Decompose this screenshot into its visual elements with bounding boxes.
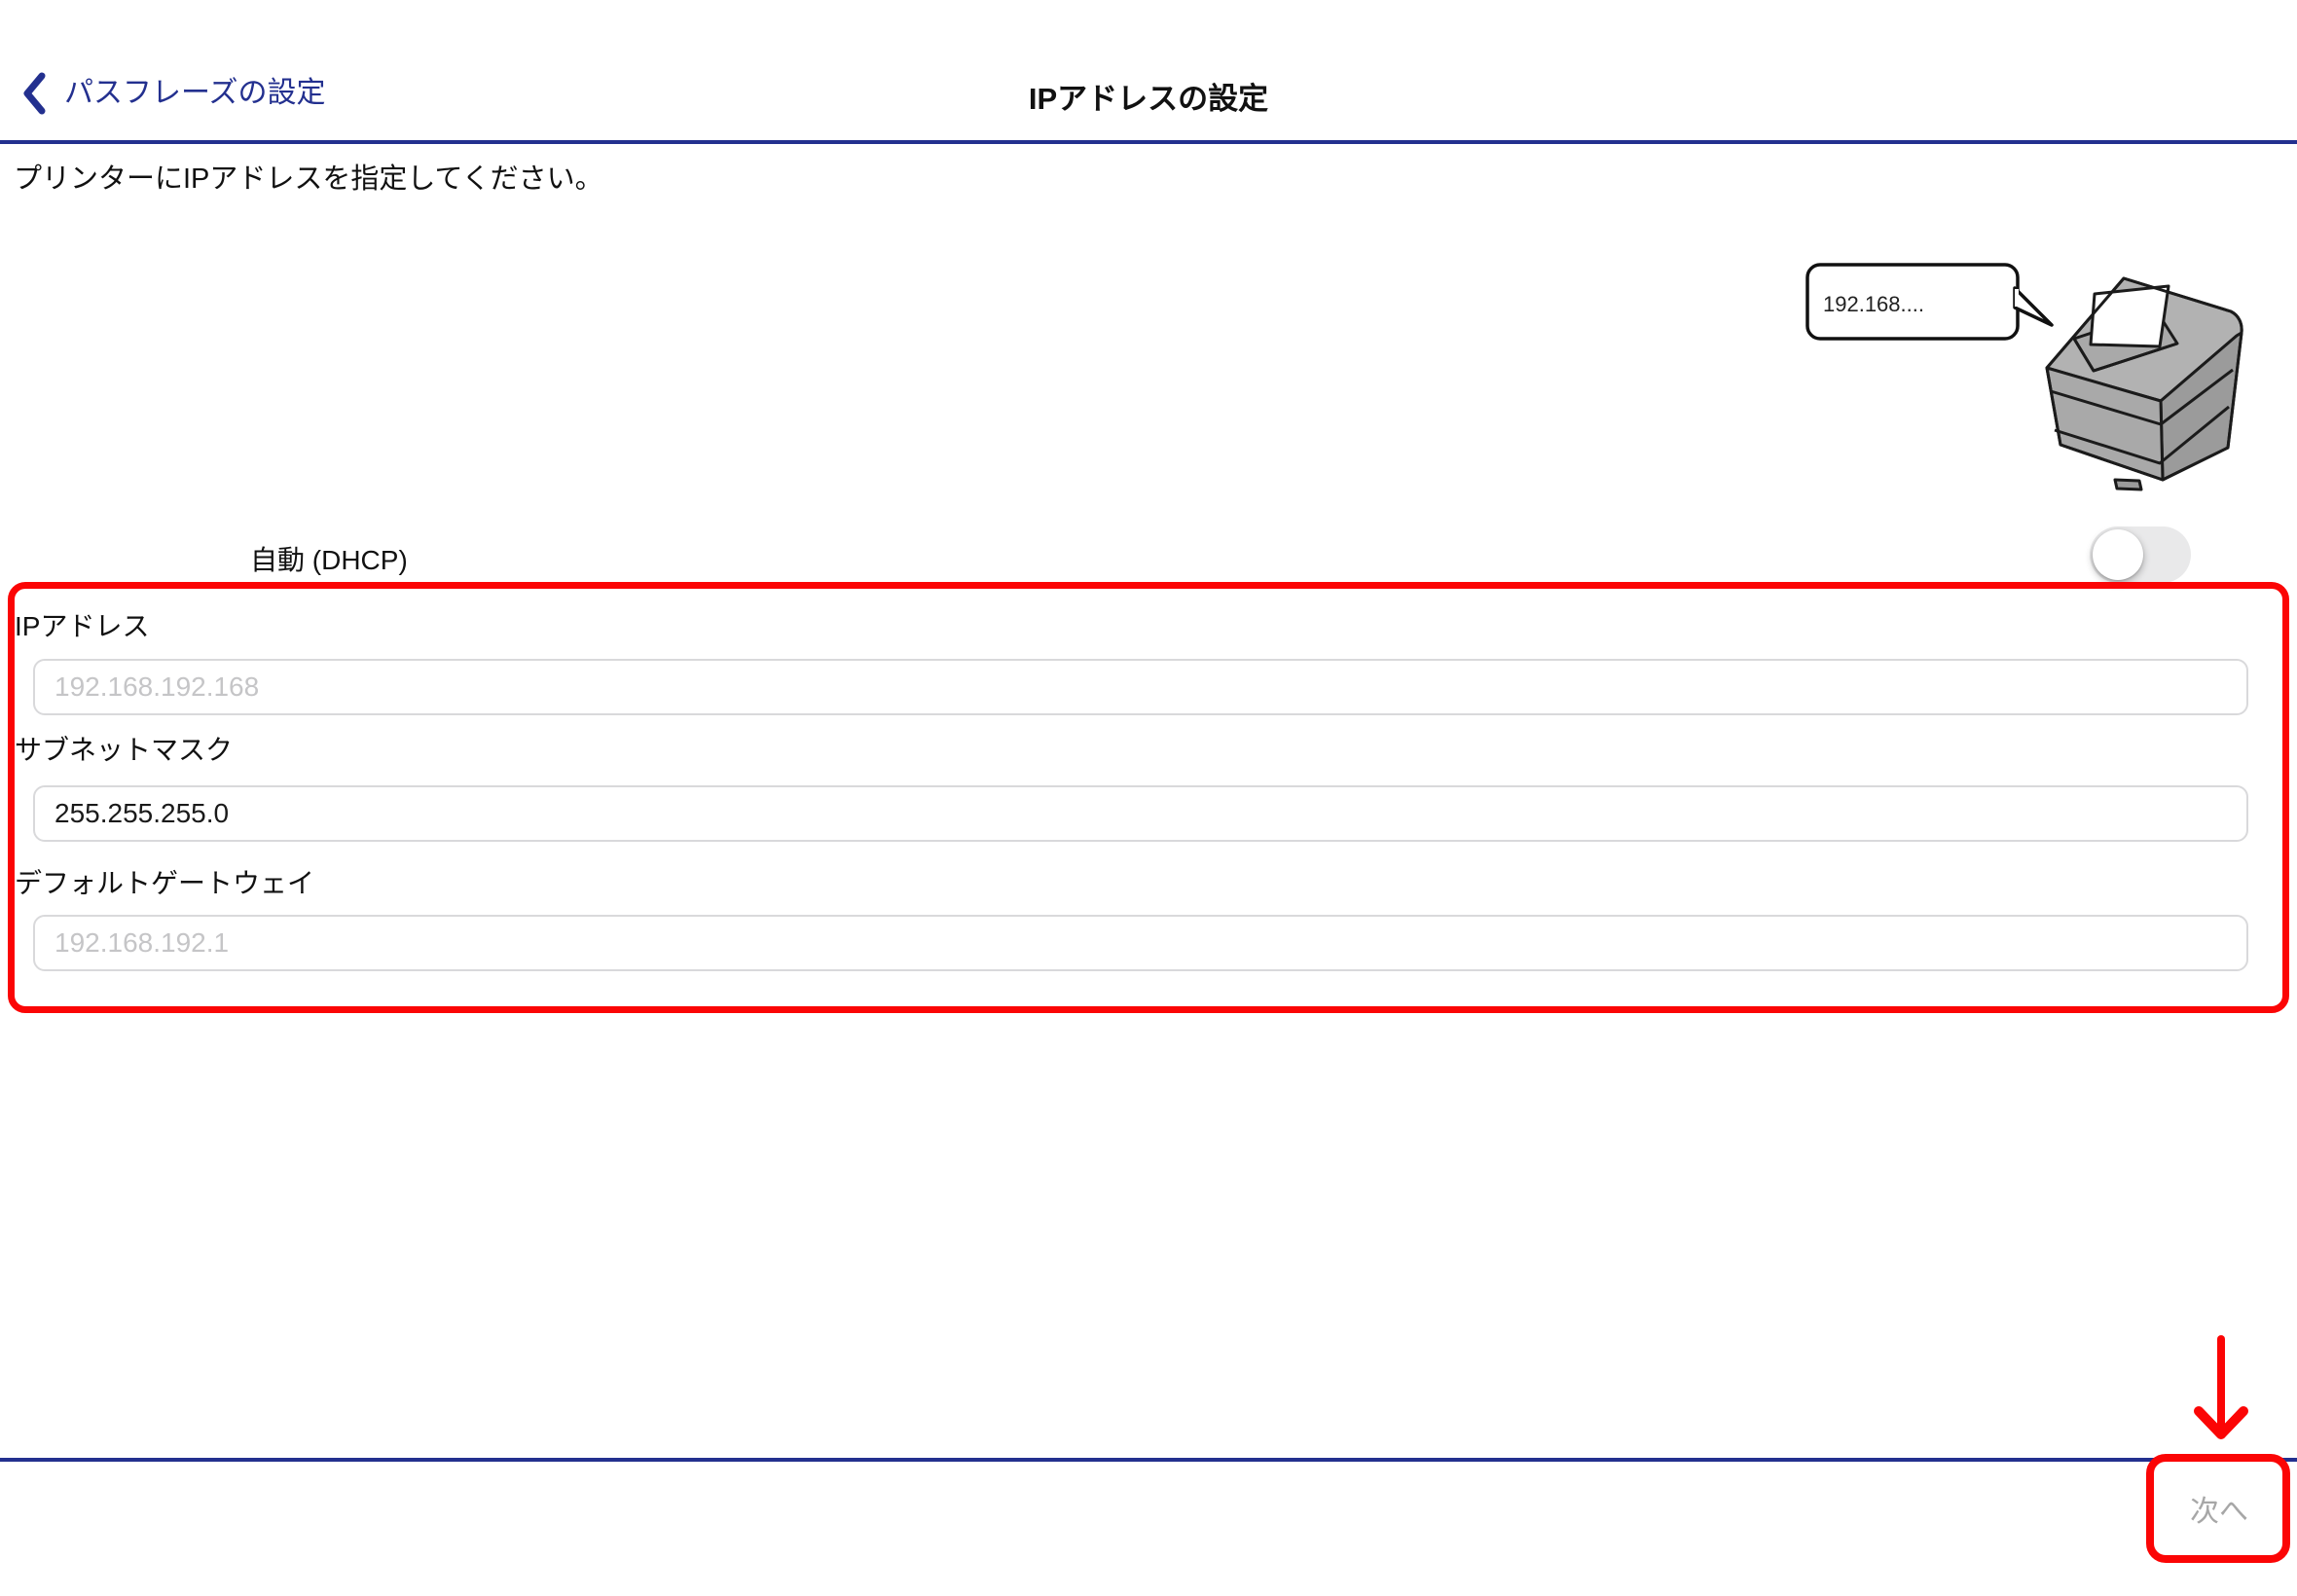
ip-address-label: IPアドレス [15, 605, 149, 644]
back-button[interactable]: パスフレーズの設定 [21, 68, 326, 119]
instruction-text: プリンターにIPアドレスを指定してください。 [14, 156, 603, 197]
subnet-mask-label: サブネットマスク [15, 729, 233, 768]
default-gateway-input[interactable] [33, 915, 2248, 971]
ip-address-input[interactable] [33, 659, 2248, 715]
dhcp-label: 自動 (DHCP) [250, 539, 408, 578]
toggle-knob [2093, 529, 2143, 580]
dhcp-toggle[interactable] [2090, 526, 2191, 583]
printer-illustration: 192.168.... [1781, 243, 2297, 501]
back-button-label: パスフレーズの設定 [64, 68, 326, 119]
bubble-ip-text: 192.168.... [1823, 292, 1924, 316]
default-gateway-label: デフォルトゲートウェイ [15, 862, 314, 901]
back-chevron-icon [21, 71, 47, 116]
nav-divider [0, 140, 2297, 144]
subnet-mask-input[interactable] [33, 785, 2248, 842]
arrow-down-annotation-icon [2180, 1331, 2268, 1453]
printer-icon [2047, 278, 2242, 490]
ip-address-settings-screen: パスフレーズの設定 IPアドレスの設定 プリンターにIPアドレスを指定してくださ… [0, 0, 2297, 1596]
footer-divider [0, 1458, 2297, 1462]
next-button[interactable]: 次へ [2151, 1460, 2287, 1557]
page-title: IPアドレスの設定 [1029, 74, 1268, 118]
